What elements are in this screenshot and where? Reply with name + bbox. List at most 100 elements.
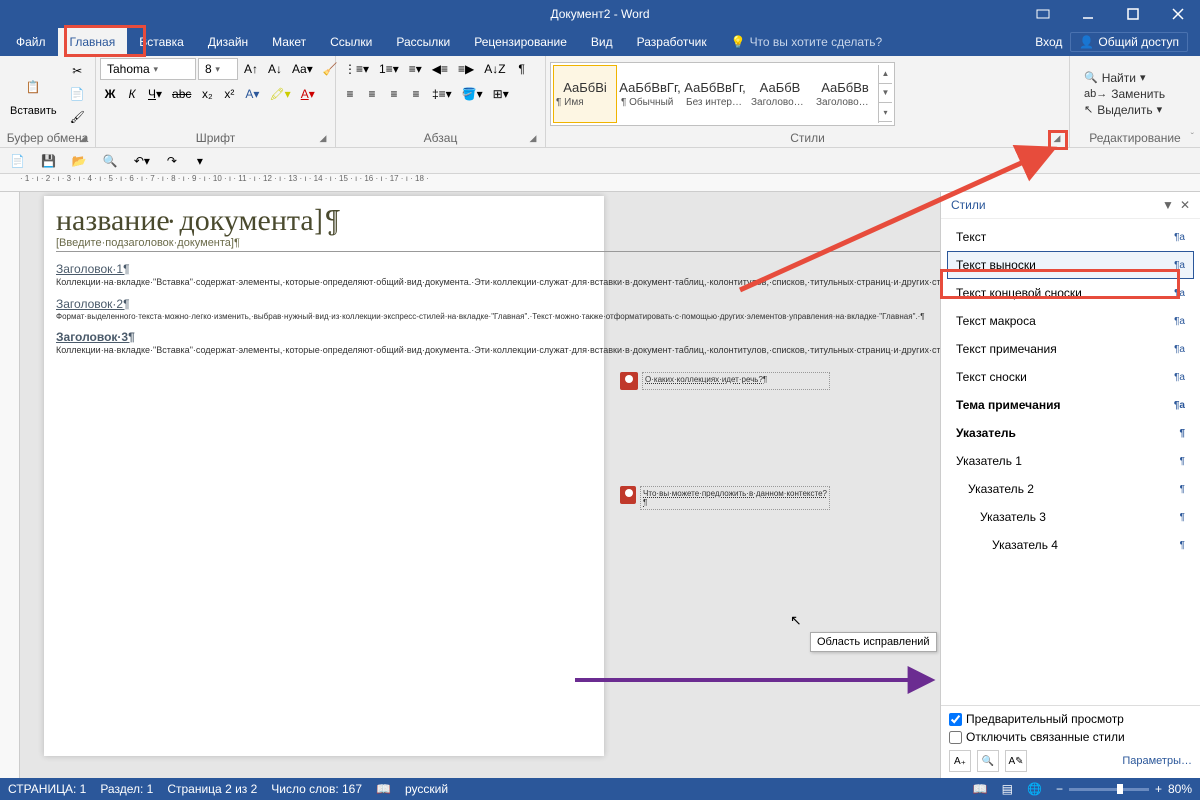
- style-gallery-item[interactable]: АаБбВі¶ Имя: [553, 65, 617, 123]
- zoom-level[interactable]: 80%: [1168, 782, 1192, 796]
- comment-1[interactable]: О·каких·коллекциях·идет·речь?¶: [620, 372, 830, 390]
- multilevel-icon[interactable]: ≡▾: [405, 58, 426, 80]
- document-canvas[interactable]: название· документа]¶ [Введите·подзаголо…: [20, 192, 940, 778]
- collapse-ribbon-icon[interactable]: ˇ: [1191, 132, 1194, 143]
- style-pane-item[interactable]: Указатель 3¶: [947, 503, 1194, 531]
- copy-icon[interactable]: 📄: [66, 83, 89, 105]
- ruler-horizontal[interactable]: · 1 · ı · 2 · ı · 3 · ı · 4 · ı · 5 · ı …: [0, 174, 1200, 192]
- status-lang[interactable]: русский: [405, 782, 448, 796]
- style-inspector-icon[interactable]: 🔍: [977, 750, 999, 772]
- tab-view[interactable]: Вид: [579, 28, 625, 56]
- style-pane-item[interactable]: Текст сноски¶a: [947, 363, 1194, 391]
- bullets-icon[interactable]: ⋮≡▾: [340, 58, 373, 80]
- para-2[interactable]: Формат·выделенного·текста·можно·легко·из…: [56, 311, 940, 322]
- styles-gallery[interactable]: АаБбВі¶ ИмяАаБбВвГг,¶ ОбычныйАаБбВвГг,Бе…: [550, 62, 895, 126]
- style-pane-item[interactable]: Указатель 1¶: [947, 447, 1194, 475]
- tab-developer[interactable]: Разработчик: [625, 28, 719, 56]
- sort-icon[interactable]: A↓Z: [480, 58, 509, 80]
- pane-close-icon[interactable]: ✕: [1180, 198, 1190, 212]
- tab-mailings[interactable]: Рассылки: [384, 28, 462, 56]
- increase-indent-icon[interactable]: ≡▶: [454, 58, 478, 80]
- style-gallery-item[interactable]: АаБбВЗаголово…: [748, 65, 812, 123]
- tab-review[interactable]: Рецензирование: [462, 28, 579, 56]
- disable-linked-checkbox[interactable]: Отключить связанные стили: [949, 730, 1192, 744]
- status-page[interactable]: СТРАНИЦА: 1: [8, 782, 86, 796]
- tab-design[interactable]: Дизайн: [196, 28, 260, 56]
- align-left-icon[interactable]: ≡: [340, 83, 360, 105]
- heading-1[interactable]: Заголовок·1¶: [56, 262, 940, 276]
- strike-button[interactable]: abc: [168, 83, 195, 105]
- replace-button[interactable]: ab→ Заменить: [1084, 87, 1165, 101]
- status-section[interactable]: Раздел: 1: [100, 782, 153, 796]
- style-gallery-item[interactable]: АаБбВвЗаголово…: [813, 65, 877, 123]
- font-name-combo[interactable]: Tahoma▾: [100, 58, 196, 80]
- style-pane-item[interactable]: Текст¶a: [947, 223, 1194, 251]
- bold-button[interactable]: Ж: [100, 83, 120, 105]
- text-effects-icon[interactable]: A▾: [241, 83, 263, 105]
- manage-styles-icon[interactable]: A✎: [1005, 750, 1027, 772]
- params-link[interactable]: Параметры…: [1122, 755, 1192, 767]
- style-gallery-item[interactable]: АаБбВвГг,¶ Обычный: [618, 65, 682, 123]
- style-gallery-scroll[interactable]: ▲▼▾: [878, 65, 892, 123]
- justify-icon[interactable]: ≡: [406, 83, 426, 105]
- zoom-out-icon[interactable]: −: [1056, 782, 1063, 796]
- maximize-icon[interactable]: [1110, 0, 1155, 28]
- style-pane-item[interactable]: Текст примечания¶a: [947, 335, 1194, 363]
- para-3[interactable]: Коллекции·на·вкладке·"Вставка"·содержат·…: [56, 344, 940, 357]
- subscript-button[interactable]: x₂: [197, 83, 217, 105]
- login-link[interactable]: Вход: [1035, 35, 1062, 49]
- heading-3[interactable]: Заголовок·3¶: [56, 330, 940, 344]
- superscript-button[interactable]: x²: [219, 83, 239, 105]
- shrink-font-icon[interactable]: A↓: [264, 58, 286, 80]
- style-pane-item[interactable]: Текст выноски¶a: [947, 251, 1194, 279]
- view-print-icon[interactable]: ▤: [1002, 782, 1013, 796]
- style-pane-item[interactable]: Указатель¶: [947, 419, 1194, 447]
- decrease-indent-icon[interactable]: ◀≡: [428, 58, 452, 80]
- select-button[interactable]: ↖ Выделить ▾: [1084, 103, 1165, 117]
- tab-file[interactable]: Файл: [4, 28, 58, 56]
- italic-button[interactable]: К: [122, 83, 142, 105]
- tell-me[interactable]: 💡 Что вы хотите сделать?: [719, 28, 895, 56]
- zoom-in-icon[interactable]: +: [1155, 782, 1162, 796]
- new-style-icon[interactable]: A₊: [949, 750, 971, 772]
- style-pane-item[interactable]: Указатель 2¶: [947, 475, 1194, 503]
- paragraph-launcher[interactable]: ◢: [527, 133, 539, 145]
- ribbon-display-icon[interactable]: [1020, 0, 1065, 28]
- pane-dropdown-icon[interactable]: ▼: [1162, 198, 1174, 212]
- view-web-icon[interactable]: 🌐: [1027, 782, 1042, 796]
- view-read-icon[interactable]: 📖: [973, 782, 988, 796]
- line-spacing-icon[interactable]: ‡≡▾: [428, 83, 456, 105]
- show-marks-icon[interactable]: ¶: [512, 58, 532, 80]
- comment-2[interactable]: Что·вы·можете·предложить·в·данном·контек…: [620, 486, 830, 510]
- share-button[interactable]: 👤 Общий доступ: [1070, 32, 1188, 52]
- styles-launcher[interactable]: ◢: [1051, 133, 1063, 145]
- status-pageof[interactable]: Страница 2 из 2: [167, 782, 257, 796]
- tab-layout[interactable]: Макет: [260, 28, 318, 56]
- align-right-icon[interactable]: ≡: [384, 83, 404, 105]
- qat-open-icon[interactable]: 📂: [68, 150, 91, 172]
- shading-icon[interactable]: 🪣▾: [458, 83, 487, 105]
- font-size-combo[interactable]: 8▾: [198, 58, 238, 80]
- numbering-icon[interactable]: 1≡▾: [375, 58, 403, 80]
- align-center-icon[interactable]: ≡: [362, 83, 382, 105]
- style-pane-item[interactable]: Текст концевой сноски¶a: [947, 279, 1194, 307]
- qat-new-icon[interactable]: 📄: [6, 150, 29, 172]
- grow-font-icon[interactable]: A↑: [240, 58, 262, 80]
- paste-button[interactable]: 📋 Вставить: [4, 61, 63, 127]
- cut-icon[interactable]: ✂: [66, 60, 89, 82]
- qat-redo-icon[interactable]: ↷: [162, 150, 182, 172]
- font-color-icon[interactable]: A▾: [297, 83, 319, 105]
- find-button[interactable]: 🔍 Найти ▾: [1084, 71, 1165, 85]
- qat-more-icon[interactable]: ▾: [190, 150, 210, 172]
- tab-references[interactable]: Ссылки: [318, 28, 384, 56]
- zoom-slider[interactable]: [1069, 788, 1149, 791]
- style-gallery-item[interactable]: АаБбВвГг,Без интер…: [683, 65, 747, 123]
- preview-checkbox[interactable]: Предварительный просмотр: [949, 712, 1192, 726]
- borders-icon[interactable]: ⊞▾: [489, 83, 513, 105]
- format-painter-icon[interactable]: 🖌: [66, 106, 89, 128]
- tab-insert[interactable]: Вставка: [127, 28, 196, 56]
- heading-2[interactable]: Заголовок·2¶: [56, 297, 940, 311]
- highlight-icon[interactable]: 🖍▾: [265, 83, 294, 105]
- qat-undo-icon[interactable]: ↶▾: [130, 150, 154, 172]
- style-pane-item[interactable]: Указатель 4¶: [947, 531, 1194, 559]
